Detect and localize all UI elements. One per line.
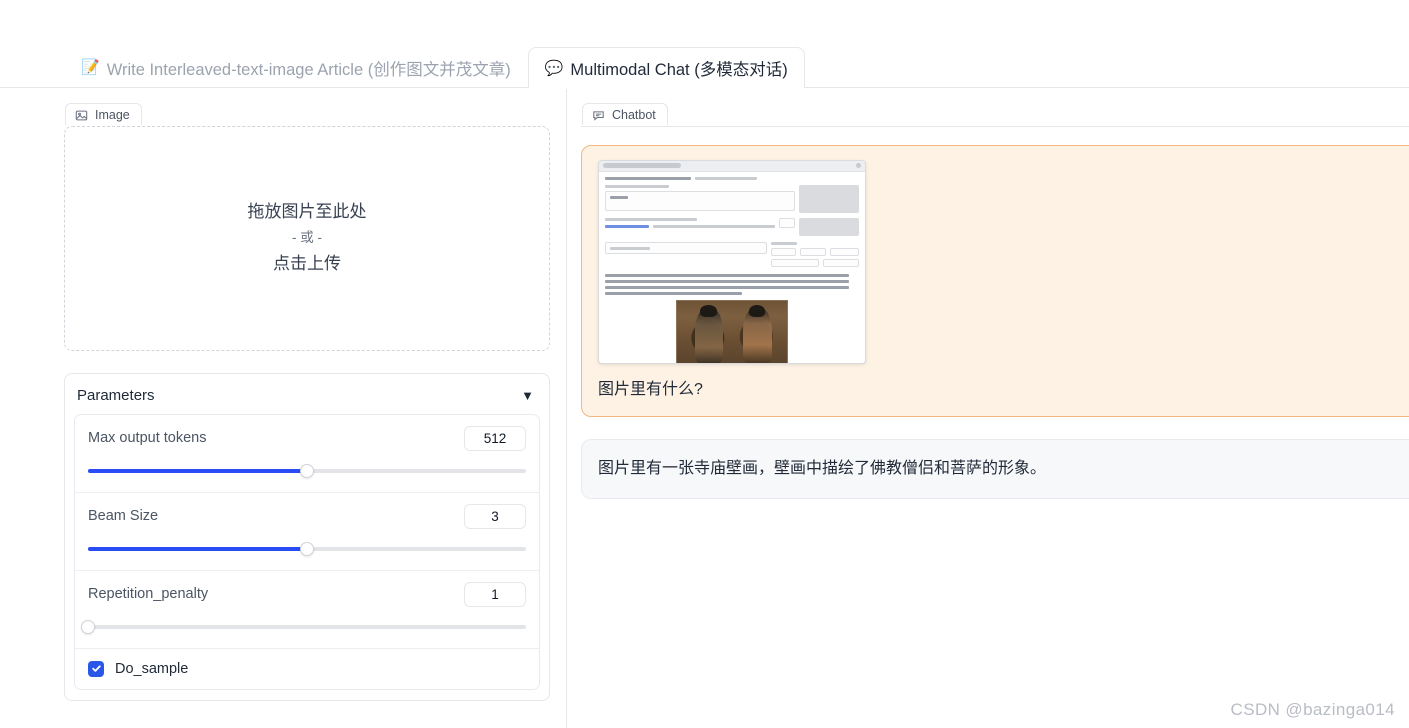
do-sample-label: Do_sample bbox=[115, 660, 189, 677]
dropzone-primary-text: 拖放图片至此处 bbox=[247, 201, 367, 221]
message-attached-image[interactable] bbox=[598, 159, 866, 364]
slider-beam-size[interactable] bbox=[88, 541, 526, 556]
param-value-max-output-tokens[interactable]: 512 bbox=[464, 425, 526, 451]
slider-fill bbox=[88, 468, 307, 473]
thumbnail-page-body bbox=[599, 171, 865, 363]
thumbnail-mural-image bbox=[676, 299, 788, 363]
slider-track bbox=[88, 624, 526, 629]
watermark: CSDN @bazinga014 bbox=[1230, 700, 1395, 719]
image-block-label: Image bbox=[65, 103, 142, 125]
picture-icon bbox=[75, 109, 88, 122]
param-header: Max output tokens 512 bbox=[88, 425, 526, 451]
tab-multimodal-chat-label: Multimodal Chat (多模态对话) bbox=[570, 61, 788, 79]
chat-message-bot: 图片里有一张寺庙壁画，壁画中描绘了佛教僧侣和菩萨的形象。 bbox=[581, 438, 1409, 499]
check-icon bbox=[91, 663, 102, 674]
param-row-repetition-penalty: Repetition_penalty 1 bbox=[75, 571, 539, 649]
dropzone-upload-text[interactable]: 点击上传 bbox=[273, 250, 341, 278]
memo-icon: 📝 bbox=[81, 59, 100, 76]
thumbnail-url-pill bbox=[603, 163, 681, 168]
chat-message-bot-text: 图片里有一张寺庙壁画，壁画中描绘了佛教僧侣和菩萨的形象。 bbox=[598, 459, 1047, 477]
right-column: Chatbot 图片里有什么? 图片里有一张寺庙壁画，壁画中描绘了佛教僧侣和菩萨… bbox=[567, 89, 1409, 728]
tab-write-article[interactable]: 📝 Write Interleaved-text-image Article (… bbox=[64, 47, 528, 87]
speech-bubble-icon: 💬 bbox=[544, 59, 564, 77]
parameters-panel: Parameters ▼ Max output tokens 512 Beam … bbox=[64, 372, 550, 701]
image-dropzone[interactable]: 拖放图片至此处 - 或 - 点击上传 bbox=[64, 125, 550, 351]
slider-repetition-penalty[interactable] bbox=[81, 619, 526, 634]
param-row-beam-size: Beam Size 3 bbox=[75, 493, 539, 571]
chat-message-list: 图片里有什么? 图片里有一张寺庙壁画，壁画中描绘了佛教僧侣和菩萨的形象。 bbox=[581, 125, 1409, 726]
tab-multimodal-chat[interactable]: 💬 Multimodal Chat (多模态对话) bbox=[527, 47, 805, 88]
parameters-body: Max output tokens 512 Beam Size 3 Repeti… bbox=[74, 413, 540, 690]
slider-knob[interactable] bbox=[300, 463, 314, 478]
param-row-max-output-tokens: Max output tokens 512 bbox=[75, 415, 539, 493]
chatbot-block-label: Chatbot bbox=[582, 103, 668, 125]
param-label-max-output-tokens: Max output tokens bbox=[88, 430, 207, 446]
param-header: Repetition_penalty 1 bbox=[88, 581, 526, 607]
parameters-header[interactable]: Parameters ▼ bbox=[74, 383, 540, 414]
chat-message-user: 图片里有什么? bbox=[581, 144, 1409, 417]
thumbnail-titlebar bbox=[599, 160, 865, 172]
slider-knob[interactable] bbox=[300, 541, 314, 556]
tab-bar: 📝 Write Interleaved-text-image Article (… bbox=[0, 47, 1409, 88]
image-block-label-text: Image bbox=[95, 108, 130, 122]
param-header: Beam Size 3 bbox=[88, 503, 526, 529]
slider-fill bbox=[88, 546, 307, 551]
parameters-title: Parameters bbox=[77, 386, 155, 404]
dropzone-or-text: - 或 - bbox=[292, 229, 322, 245]
chatbot-block-label-text: Chatbot bbox=[612, 108, 656, 122]
do-sample-checkbox[interactable] bbox=[88, 660, 104, 677]
param-label-repetition-penalty: Repetition_penalty bbox=[88, 586, 209, 602]
param-label-beam-size: Beam Size bbox=[88, 508, 159, 524]
chevron-down-icon[interactable]: ▼ bbox=[521, 389, 534, 402]
thumbnail-window-dot bbox=[856, 163, 861, 168]
param-value-repetition-penalty[interactable]: 1 bbox=[464, 581, 526, 607]
slider-knob[interactable] bbox=[81, 619, 95, 634]
do-sample-row[interactable]: Do_sample bbox=[75, 649, 539, 689]
chat-icon bbox=[592, 109, 605, 122]
left-column: Image 拖放图片至此处 - 或 - 点击上传 Parameters ▼ Ma… bbox=[0, 89, 567, 728]
chat-message-user-text: 图片里有什么? bbox=[598, 380, 703, 398]
slider-max-output-tokens[interactable] bbox=[88, 463, 526, 478]
param-value-beam-size[interactable]: 3 bbox=[464, 503, 526, 529]
main-content: Image 拖放图片至此处 - 或 - 点击上传 Parameters ▼ Ma… bbox=[0, 89, 1409, 728]
tab-write-article-label: Write Interleaved-text-image Article (创作… bbox=[106, 60, 511, 79]
